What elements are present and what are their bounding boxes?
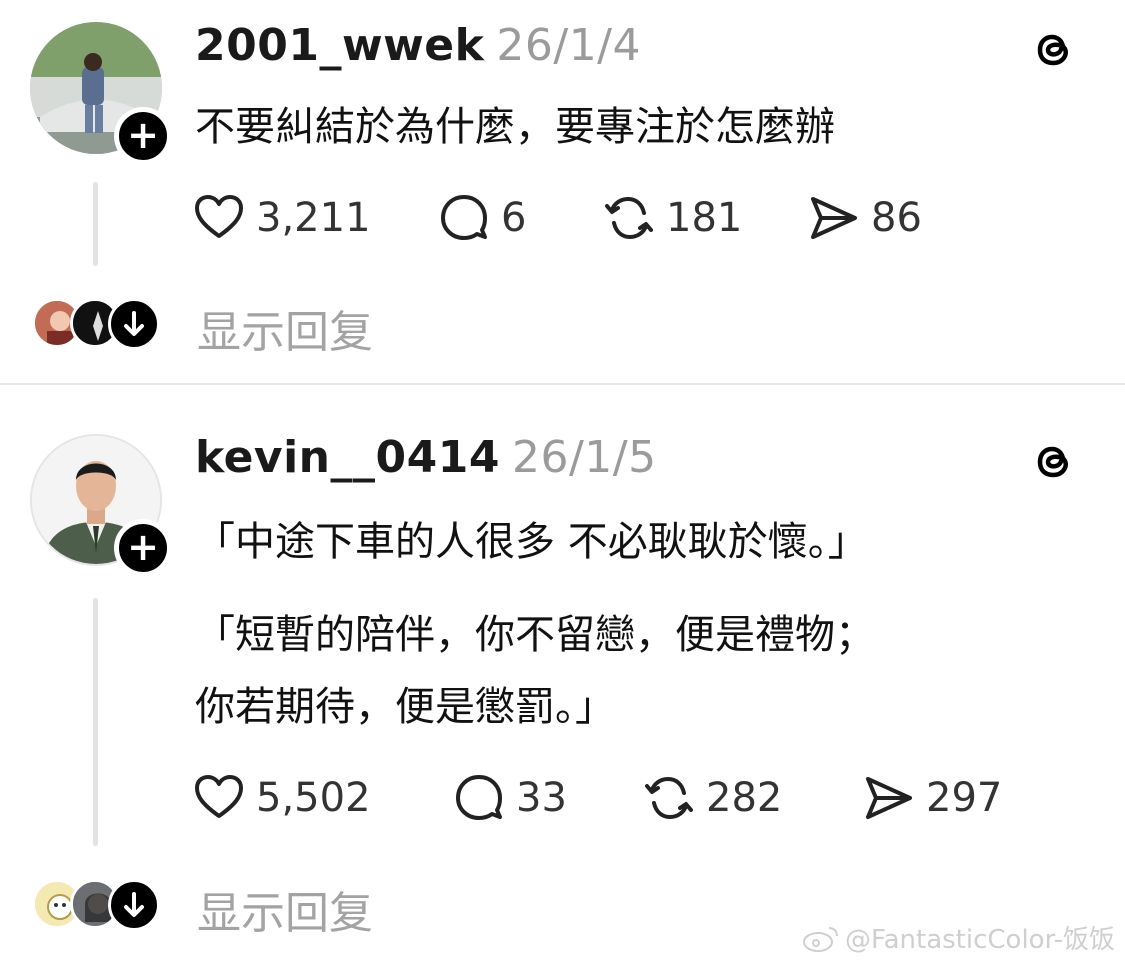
comment-icon bbox=[456, 775, 502, 820]
follow-button[interactable]: + bbox=[114, 519, 172, 577]
arrow-down-icon bbox=[108, 298, 160, 350]
show-replies-link[interactable]: 显示回复 bbox=[197, 296, 373, 360]
share-count: 86 bbox=[871, 195, 922, 241]
like-button[interactable]: 5,502 bbox=[192, 768, 371, 828]
comment-button[interactable]: 6 bbox=[437, 188, 526, 248]
comment-button[interactable]: 33 bbox=[452, 768, 567, 828]
username[interactable]: 2001_wwek 26/1/4 bbox=[195, 20, 641, 71]
weibo-icon bbox=[803, 926, 839, 952]
repost-button[interactable]: 181 bbox=[602, 188, 742, 248]
share-icon bbox=[866, 777, 912, 819]
repost-count: 181 bbox=[666, 195, 743, 241]
repost-button[interactable]: 282 bbox=[642, 768, 782, 828]
action-bar: 3,211 6 181 86 bbox=[192, 188, 952, 248]
reply-avatars[interactable] bbox=[30, 879, 170, 931]
repost-count: 282 bbox=[706, 775, 783, 821]
like-count: 3,211 bbox=[256, 195, 371, 241]
like-count: 5,502 bbox=[256, 775, 371, 821]
comment-count: 33 bbox=[516, 775, 567, 821]
show-replies-link[interactable]: 显示回复 bbox=[197, 877, 373, 941]
repost-icon bbox=[645, 777, 693, 819]
share-count: 297 bbox=[926, 775, 1003, 821]
divider bbox=[0, 383, 1125, 385]
repost-icon bbox=[605, 197, 653, 239]
share-button[interactable]: 86 bbox=[807, 188, 922, 248]
post-date: 26/1/4 bbox=[496, 20, 641, 71]
reply-avatars[interactable] bbox=[30, 298, 170, 350]
share-button[interactable]: 297 bbox=[862, 768, 1002, 828]
comment-icon bbox=[441, 195, 487, 240]
post-text: 不要糾結於為什麼，要專注於怎麼辦 bbox=[195, 104, 835, 150]
plus-icon: + bbox=[127, 113, 159, 157]
heart-icon bbox=[195, 775, 243, 818]
thread-line bbox=[93, 182, 98, 266]
threads-logo-icon[interactable] bbox=[1029, 437, 1077, 485]
action-bar: 5,502 33 282 297 bbox=[192, 768, 1022, 828]
heart-icon bbox=[195, 195, 243, 238]
plus-icon: + bbox=[127, 525, 159, 569]
threads-logo-icon[interactable] bbox=[1029, 25, 1077, 73]
post-text-line: 「短暫的陪伴，你不留戀，便是禮物； bbox=[195, 612, 875, 658]
comment-count: 6 bbox=[501, 195, 527, 241]
post-text-line: 「中途下車的人很多 不必耿耿於懷。」 bbox=[195, 519, 868, 565]
like-button[interactable]: 3,211 bbox=[192, 188, 371, 248]
thread-line bbox=[93, 598, 98, 846]
username[interactable]: kevin__0414 26/1/5 bbox=[195, 432, 657, 483]
arrow-down-icon bbox=[108, 879, 160, 931]
follow-button[interactable]: + bbox=[114, 107, 172, 165]
post-date: 26/1/5 bbox=[511, 432, 657, 483]
post-text-line: 你若期待，便是懲罰。」 bbox=[195, 684, 615, 730]
watermark: @FantasticColor-饭饭 bbox=[801, 919, 1115, 956]
share-icon bbox=[811, 197, 857, 239]
